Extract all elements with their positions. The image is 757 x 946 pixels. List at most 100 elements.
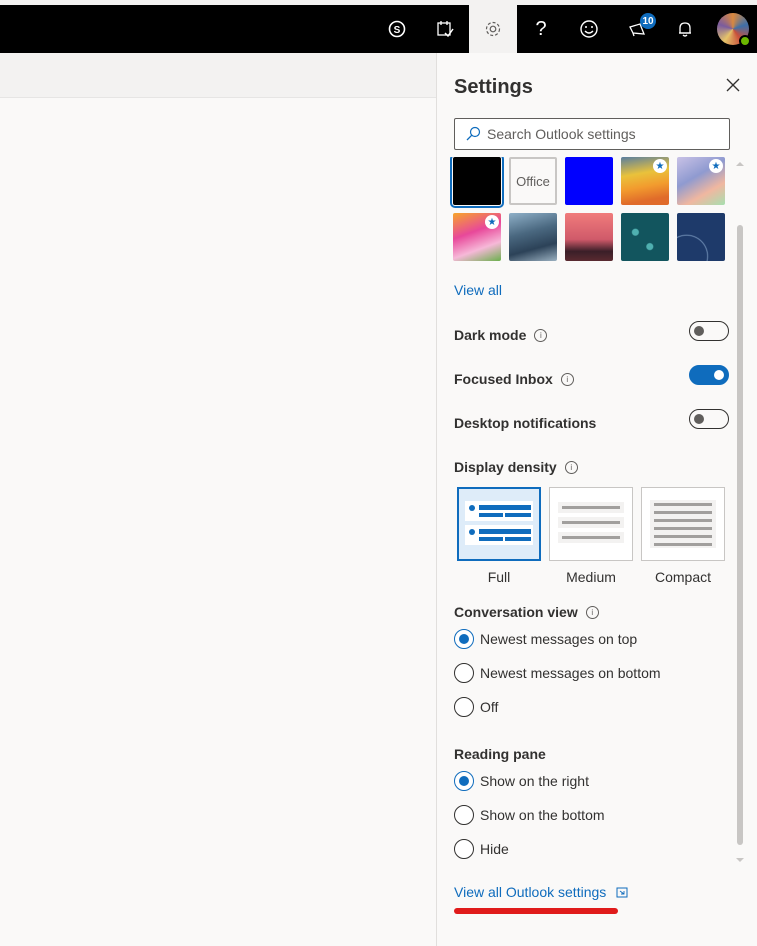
radio-unchecked-icon[interactable]: [454, 663, 474, 683]
density-medium-label: Medium: [566, 569, 616, 585]
top-bar: S ? 10: [0, 5, 757, 53]
theme-blue[interactable]: [565, 157, 613, 205]
red-underline-annotation: [454, 908, 618, 914]
density-full-icon: [465, 501, 533, 545]
scroll-up-arrow-icon[interactable]: [736, 161, 744, 167]
theme-ocean-wave[interactable]: [509, 213, 557, 261]
density-full-option[interactable]: [457, 487, 541, 561]
conversation-view-label: Conversation view i: [454, 604, 599, 620]
help-button[interactable]: ?: [517, 5, 565, 53]
star-icon: ★: [709, 159, 723, 173]
radio-label: Show on the bottom: [480, 807, 605, 823]
theme-palm-sunset[interactable]: [565, 213, 613, 261]
conversation-newest-bottom-radio[interactable]: Newest messages on bottom: [454, 663, 661, 683]
open-in-new-icon: [616, 887, 628, 897]
radio-label: Newest messages on top: [480, 631, 638, 647]
my-day-button[interactable]: [421, 5, 469, 53]
conversation-off-radio[interactable]: Off: [454, 697, 498, 717]
feedback-smiley-icon: [580, 20, 598, 38]
notifications-button[interactable]: [661, 5, 709, 53]
density-compact-label: Compact: [654, 569, 712, 585]
dark-mode-text: Dark mode: [454, 327, 527, 343]
scroll-down-arrow-icon[interactable]: [736, 857, 744, 863]
my-day-icon: [437, 21, 454, 38]
density-medium-icon: [558, 502, 624, 543]
svg-text:S: S: [394, 25, 401, 36]
info-icon[interactable]: i: [585, 605, 599, 619]
feedback-button[interactable]: [565, 5, 613, 53]
focused-inbox-text: Focused Inbox: [454, 371, 553, 387]
toggle-knob: [694, 414, 704, 424]
toggle-knob: [714, 370, 724, 380]
skype-button[interactable]: S: [373, 5, 421, 53]
theme-office-label: Office: [516, 173, 550, 189]
settings-scroll-area: Office ★ ★ ★ View all Dark mode i Focused…: [437, 157, 757, 946]
reading-pane-label: Reading pane: [454, 746, 546, 762]
whats-new-button[interactable]: 10: [613, 5, 661, 53]
radio-unchecked-icon[interactable]: [454, 839, 474, 859]
display-density-label: Display density i: [454, 459, 578, 475]
theme-office[interactable]: Office: [509, 157, 557, 205]
radio-label: Show on the right: [480, 773, 589, 789]
theme-black[interactable]: [450, 157, 504, 208]
conversation-newest-top-radio[interactable]: Newest messages on top: [454, 629, 637, 649]
radio-label: Hide: [480, 841, 509, 857]
focused-inbox-label: Focused Inbox i: [454, 371, 574, 387]
desktop-notifications-text: Desktop notifications: [454, 415, 597, 431]
density-medium-option[interactable]: [549, 487, 633, 561]
info-icon[interactable]: i: [560, 372, 574, 386]
desktop-notifications-toggle[interactable]: [689, 409, 729, 429]
radio-label: Newest messages on bottom: [480, 665, 661, 681]
desktop-notifications-label: Desktop notifications: [454, 415, 596, 431]
account-avatar: [717, 13, 751, 47]
radio-unchecked-icon[interactable]: [454, 805, 474, 825]
dark-mode-label: Dark mode i: [454, 327, 548, 343]
search-icon: [466, 126, 481, 141]
radio-checked-icon[interactable]: [454, 629, 474, 649]
settings-scrollbar[interactable]: [734, 157, 746, 867]
reading-pane-bottom-radio[interactable]: Show on the bottom: [454, 805, 605, 825]
mail-content-area: [0, 98, 436, 946]
theme-pastel-ribbons[interactable]: ★: [677, 157, 725, 205]
settings-gear-icon: [485, 21, 501, 37]
settings-search[interactable]: [454, 118, 730, 150]
notifications-bell-icon: [679, 22, 691, 37]
reading-pane-text: Reading pane: [454, 746, 546, 762]
close-icon[interactable]: [723, 75, 743, 95]
display-density-text: Display density: [454, 459, 557, 475]
radio-label: Off: [480, 699, 499, 715]
info-icon[interactable]: i: [534, 328, 548, 342]
star-icon: ★: [653, 159, 667, 173]
radio-unchecked-icon[interactable]: [454, 697, 474, 717]
theme-circuit[interactable]: [621, 213, 669, 261]
settings-button[interactable]: [469, 5, 517, 53]
view-all-outlook-settings-text: View all Outlook settings: [454, 884, 607, 900]
view-all-themes-link[interactable]: View all: [454, 282, 502, 298]
radio-checked-icon[interactable]: [454, 771, 474, 791]
notification-count-badge: 10: [640, 13, 656, 29]
theme-rainbow-waves[interactable]: ★: [621, 157, 669, 205]
theme-blueprint[interactable]: [677, 213, 725, 261]
density-compact-option[interactable]: [641, 487, 725, 561]
presence-available-icon: [739, 35, 751, 47]
toggle-knob: [694, 326, 704, 336]
account-button[interactable]: [709, 5, 757, 53]
mail-command-bar: [0, 53, 436, 98]
view-all-outlook-settings-link[interactable]: View all Outlook settings: [454, 884, 628, 900]
focused-inbox-toggle[interactable]: [689, 365, 729, 385]
theme-unicorn[interactable]: ★: [453, 213, 501, 261]
density-compact-icon: [650, 500, 716, 548]
dark-mode-toggle[interactable]: [689, 321, 729, 341]
settings-title: Settings: [454, 76, 533, 98]
reading-pane-right-radio[interactable]: Show on the right: [454, 771, 589, 791]
density-full-label: Full: [487, 569, 511, 585]
scrollbar-thumb[interactable]: [737, 225, 743, 845]
settings-panel: Settings Office ★ ★ ★ View all Dark mode…: [436, 53, 757, 946]
conversation-view-text: Conversation view: [454, 604, 578, 620]
info-icon[interactable]: i: [564, 460, 578, 474]
help-icon: ?: [535, 17, 547, 40]
skype-icon: S: [388, 20, 406, 38]
search-input[interactable]: [487, 126, 717, 142]
reading-pane-hide-radio[interactable]: Hide: [454, 839, 509, 859]
star-icon: ★: [485, 215, 499, 229]
